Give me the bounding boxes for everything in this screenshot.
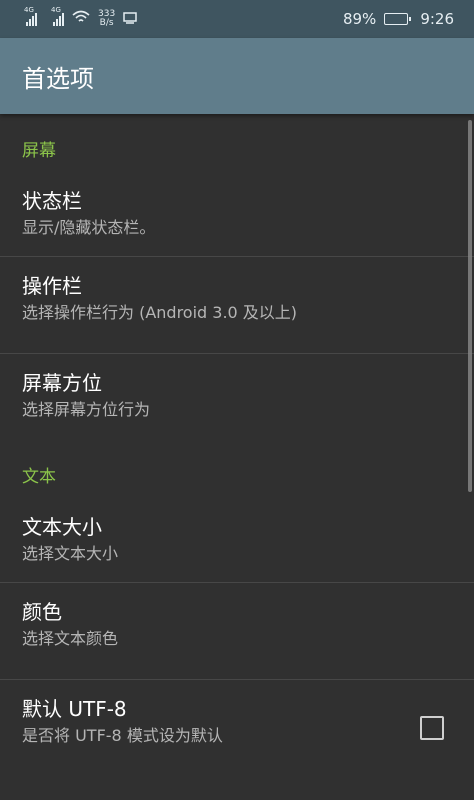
pref-title: 默认 UTF-8 — [22, 697, 127, 721]
pref-title: 屏幕方位 — [22, 371, 102, 395]
status-right: 89% 9:26 — [343, 10, 454, 28]
pref-color[interactable]: 颜色 选择文本颜色 — [0, 583, 474, 679]
pref-summary: 选择文本大小 — [22, 544, 119, 563]
signal-icon: 4G — [24, 6, 37, 26]
pref-action-bar[interactable]: 操作栏 选择操作栏行为 (Android 3.0 及以上) — [0, 257, 474, 353]
pref-title: 操作栏 — [22, 274, 82, 298]
pref-status-bar[interactable]: 状态栏 显示/隐藏状态栏。 — [0, 180, 474, 256]
pref-title: 颜色 — [22, 600, 62, 624]
app-bar: 首选项 — [0, 38, 474, 114]
battery-icon — [384, 13, 412, 25]
clock: 9:26 — [420, 10, 454, 28]
pref-summary: 显示/隐藏状态栏。 — [22, 218, 156, 237]
wifi-icon — [72, 10, 90, 28]
pref-summary: 选择屏幕方位行为 — [22, 400, 151, 419]
status-bar: 4G 4G 333 B/s 89% 9:26 — [0, 0, 474, 38]
pref-text-size[interactable]: 文本大小 选择文本大小 — [0, 506, 474, 582]
pref-screen-orientation[interactable]: 屏幕方位 选择屏幕方位行为 — [0, 354, 474, 450]
pref-summary: 选择文本颜色 — [22, 629, 119, 648]
preferences-list[interactable]: 屏幕 状态栏 显示/隐藏状态栏。 操作栏 选择操作栏行为 (Android 3.… — [0, 114, 474, 800]
utf8-checkbox[interactable] — [420, 716, 444, 740]
category-header-screen: 屏幕 — [22, 141, 56, 161]
page-title: 首选项 — [22, 64, 94, 93]
battery-percent: 89% — [342, 10, 377, 28]
speed-unit: B/s — [99, 18, 114, 28]
pref-title: 状态栏 — [22, 189, 82, 213]
status-left: 4G 4G 333 B/s — [24, 6, 137, 28]
network-type-label: 4G — [51, 6, 61, 14]
network-type-label: 4G — [24, 6, 34, 14]
signal-icon: 4G — [51, 6, 64, 26]
category-header-text: 文本 — [22, 467, 56, 487]
pref-summary: 选择操作栏行为 (Android 3.0 及以上) — [22, 303, 298, 322]
network-speed: 333 B/s — [98, 10, 115, 28]
pref-title: 文本大小 — [22, 515, 102, 539]
pref-summary: 是否将 UTF-8 模式设为默认 — [22, 726, 223, 745]
screen-icon — [123, 10, 137, 28]
pref-default-utf8[interactable]: 默认 UTF-8 是否将 UTF-8 模式设为默认 — [0, 680, 474, 776]
